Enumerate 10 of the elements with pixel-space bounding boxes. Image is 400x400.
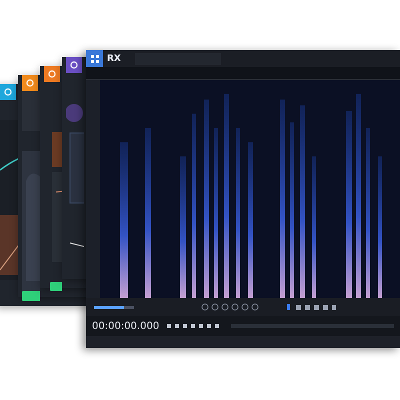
app-logo-icon — [86, 50, 103, 67]
plugin-tile-icon[interactable] — [44, 66, 60, 82]
selection-tools-icon[interactable] — [286, 303, 336, 311]
plugin-tile-icon[interactable] — [0, 84, 16, 100]
plugin-tile-icon[interactable] — [66, 57, 82, 73]
zoom-slider[interactable] — [94, 306, 134, 308]
app-logo-text: RX — [107, 54, 121, 64]
plugin-tile-icon[interactable] — [22, 75, 38, 91]
zoom-tools-icon[interactable] — [200, 303, 260, 311]
timecode: 00:00:00.000 — [92, 320, 160, 332]
